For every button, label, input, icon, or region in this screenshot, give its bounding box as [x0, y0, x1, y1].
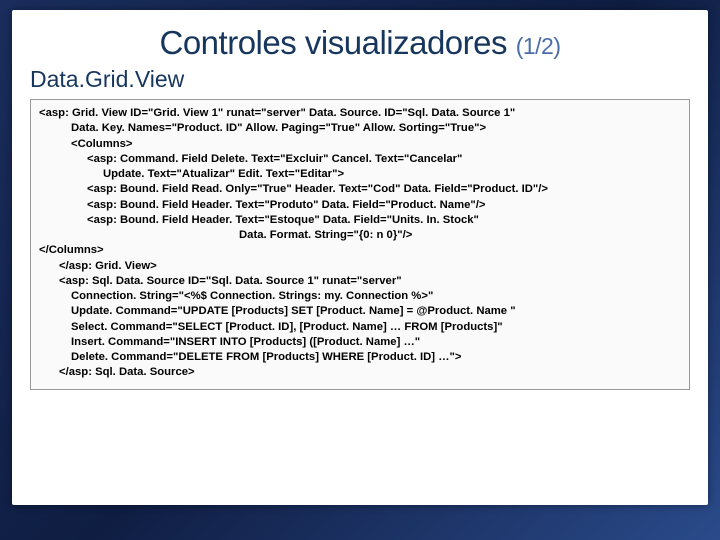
title-suffix: (1/2) [516, 33, 561, 59]
code-line: <asp: Sql. Data. Source ID="Sql. Data. S… [39, 274, 681, 289]
code-line: Select. Command="SELECT [Product. ID], [… [39, 320, 681, 335]
code-line: Delete. Command="DELETE FROM [Products] … [39, 350, 681, 365]
code-line: Connection. String="<%$ Connection. Stri… [39, 289, 681, 304]
code-block: <asp: Grid. View ID="Grid. View 1" runat… [30, 99, 690, 390]
code-line: Data. Format. String="{0: n 0}"/> [39, 228, 681, 243]
slide-subtitle: Data.Grid.View [30, 66, 690, 93]
slide-title: Controles visualizadores (1/2) [30, 24, 690, 62]
slide-card: Controles visualizadores (1/2) Data.Grid… [12, 10, 708, 505]
code-line: Data. Key. Names="Product. ID" Allow. Pa… [39, 121, 681, 136]
code-line: Update. Command="UPDATE [Products] SET [… [39, 304, 681, 319]
code-line: Insert. Command="INSERT INTO [Products] … [39, 335, 681, 350]
code-line: <Columns> [39, 137, 681, 152]
code-line: </asp: Sql. Data. Source> [39, 365, 681, 380]
title-main: Controles visualizadores [160, 24, 508, 61]
code-line: Update. Text="Atualizar" Edit. Text="Edi… [39, 167, 681, 182]
code-line: </asp: Grid. View> [39, 259, 681, 274]
code-line: <asp: Bound. Field Header. Text="Produto… [39, 198, 681, 213]
code-line: <asp: Grid. View ID="Grid. View 1" runat… [39, 106, 681, 121]
code-line: <asp: Bound. Field Header. Text="Estoque… [39, 213, 681, 228]
code-line: <asp: Bound. Field Read. Only="True" Hea… [39, 182, 681, 197]
code-line: <asp: Command. Field Delete. Text="Exclu… [39, 152, 681, 167]
code-line: </Columns> [39, 243, 681, 258]
